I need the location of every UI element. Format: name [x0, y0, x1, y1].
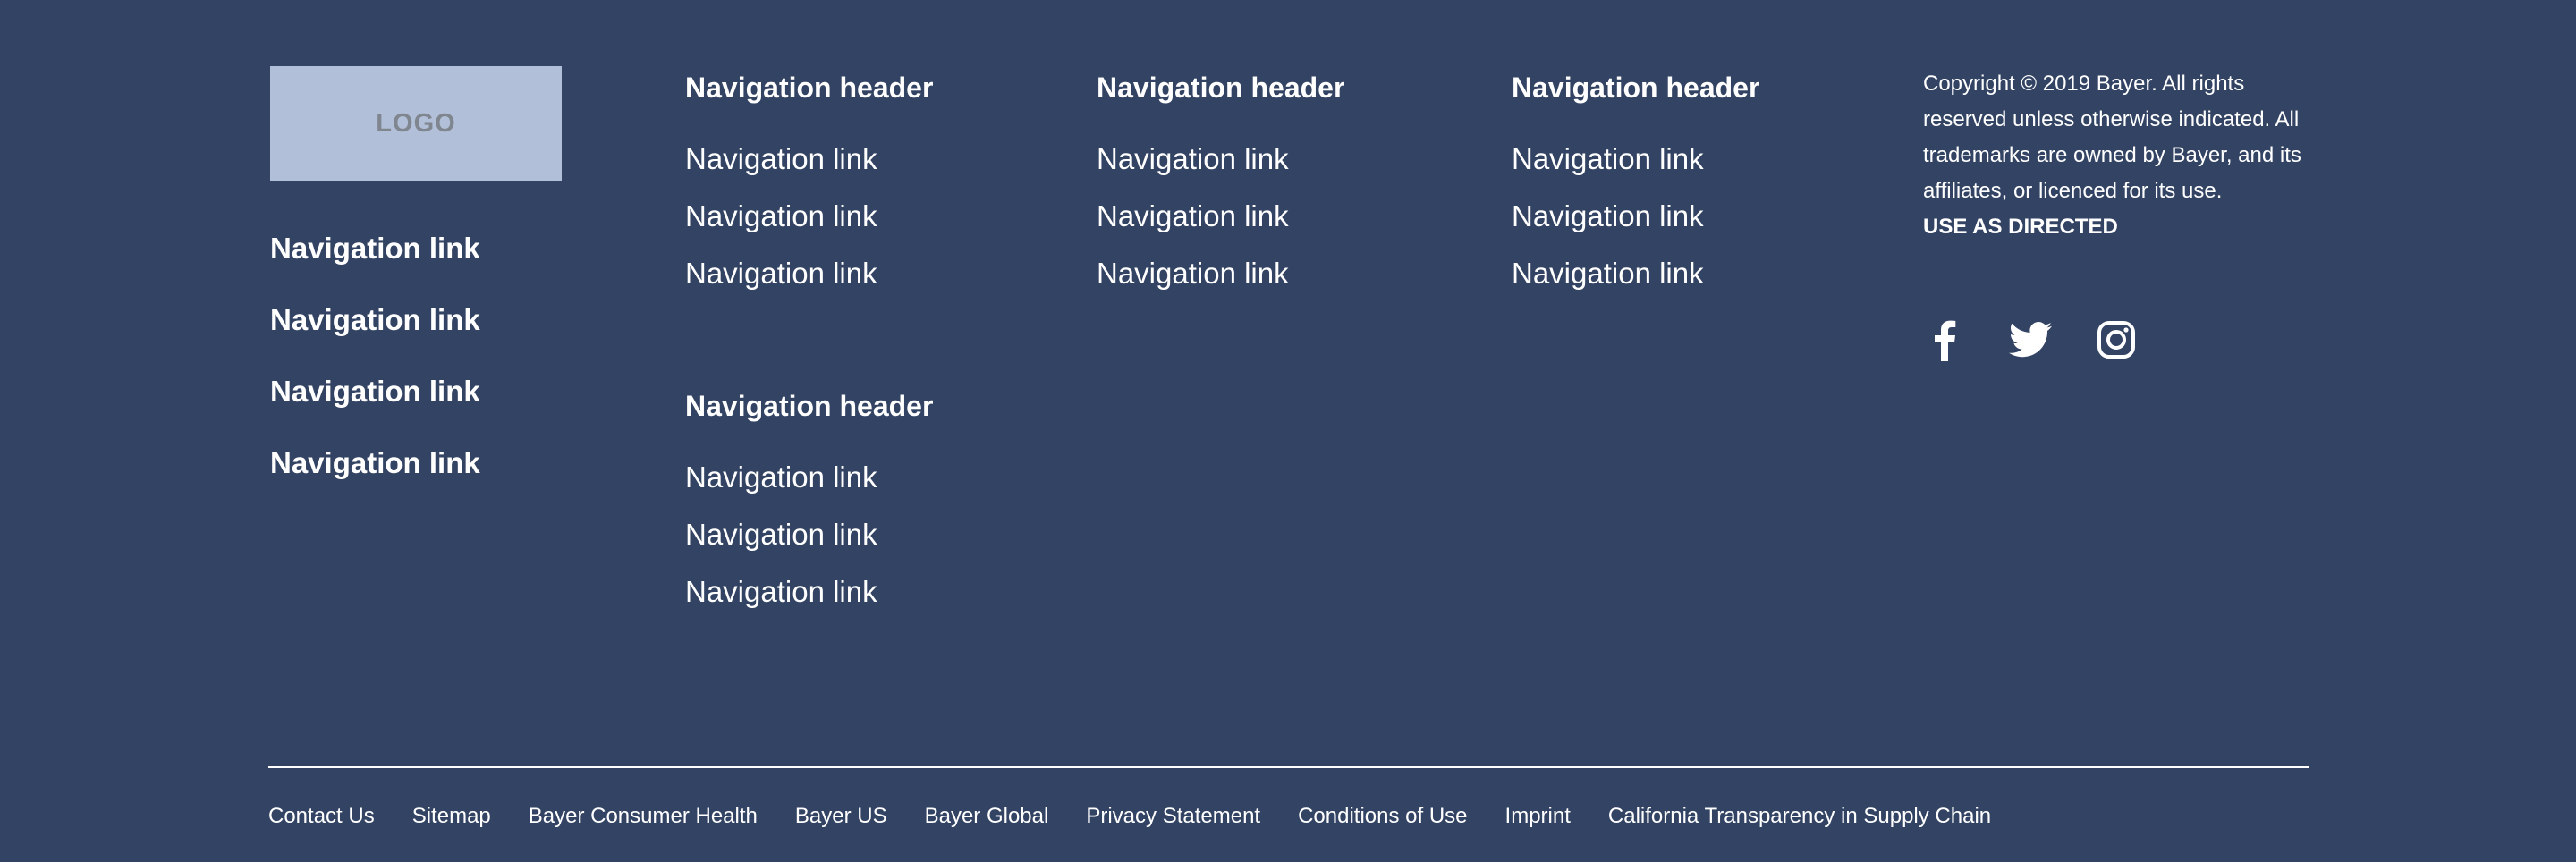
logo-placeholder[interactable]: LOGO: [270, 66, 562, 181]
bottom-link-bayer-consumer-health[interactable]: Bayer Consumer Health: [529, 798, 758, 835]
instagram-icon[interactable]: [2095, 318, 2138, 361]
nav-column-link[interactable]: Navigation link: [685, 252, 933, 309]
bottom-link-bayer-global[interactable]: Bayer Global: [925, 798, 1049, 835]
primary-nav-link[interactable]: Navigation link: [270, 225, 480, 297]
primary-nav-link[interactable]: Navigation link: [270, 297, 480, 368]
nav-column-link[interactable]: Navigation link: [685, 570, 933, 628]
logo-text: LOGO: [376, 108, 456, 138]
twitter-icon[interactable]: [2009, 318, 2052, 361]
nav-column-link[interactable]: Navigation link: [1512, 138, 1759, 195]
nav-column-link[interactable]: Navigation link: [1512, 252, 1759, 309]
social-links: [1923, 318, 2181, 361]
bottom-links: Contact Us Sitemap Bayer Consumer Health…: [268, 798, 2029, 835]
nav-column-link[interactable]: Navigation link: [685, 513, 933, 570]
bottom-link-sitemap[interactable]: Sitemap: [412, 798, 491, 835]
nav-column-header: Navigation header: [1512, 72, 1760, 104]
bottom-link-imprint[interactable]: Imprint: [1505, 798, 1571, 835]
use-as-directed-label: USE AS DIRECTED: [1923, 215, 2118, 239]
nav-column-link[interactable]: Navigation link: [1097, 138, 1344, 195]
bottom-link-privacy-statement[interactable]: Privacy Statement: [1086, 798, 1260, 835]
bottom-link-california-transparency[interactable]: California Transparency in Supply Chain: [1608, 798, 1991, 835]
legal-info: Copyright © 2019 Bayer. All rights reser…: [1923, 66, 2308, 245]
nav-column-header: Navigation header: [685, 72, 934, 104]
primary-nav-link[interactable]: Navigation link: [270, 368, 480, 440]
nav-column-2: Navigation header Navigation link Naviga…: [685, 385, 933, 628]
nav-column-link[interactable]: Navigation link: [1097, 195, 1344, 252]
nav-column-link[interactable]: Navigation link: [1097, 252, 1344, 309]
nav-column-1: Navigation header Navigation link Naviga…: [685, 66, 933, 309]
primary-nav-links: Navigation link Navigation link Navigati…: [270, 225, 480, 511]
bottom-link-contact-us[interactable]: Contact Us: [268, 798, 375, 835]
primary-nav-link[interactable]: Navigation link: [270, 440, 480, 511]
copyright-text: Copyright © 2019 Bayer. All rights reser…: [1923, 72, 2301, 203]
nav-column-link[interactable]: Navigation link: [685, 456, 933, 513]
nav-column-header: Navigation header: [1097, 72, 1345, 104]
bottom-link-conditions-of-use[interactable]: Conditions of Use: [1298, 798, 1467, 835]
bottom-link-bayer-us[interactable]: Bayer US: [795, 798, 887, 835]
footer-divider: [268, 766, 2309, 768]
nav-column-3: Navigation header Navigation link Naviga…: [1097, 66, 1344, 309]
nav-column-header: Navigation header: [685, 390, 934, 422]
nav-column-4: Navigation header Navigation link Naviga…: [1512, 66, 1759, 309]
nav-column-link[interactable]: Navigation link: [1512, 195, 1759, 252]
nav-column-link[interactable]: Navigation link: [685, 195, 933, 252]
facebook-icon[interactable]: [1923, 318, 1966, 361]
nav-column-link[interactable]: Navigation link: [685, 138, 933, 195]
